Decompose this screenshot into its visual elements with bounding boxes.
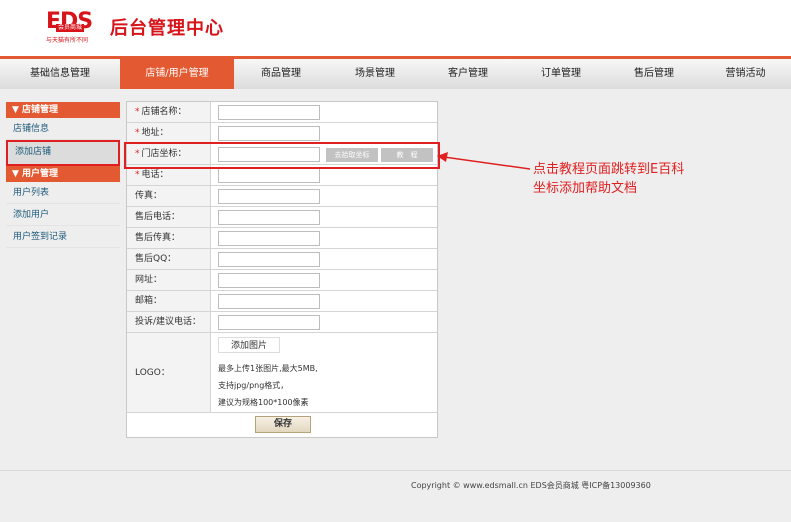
- sidebar-item-shop-info[interactable]: 店铺信息: [6, 118, 120, 140]
- nav-customers[interactable]: 客户管理: [422, 59, 514, 89]
- nav-orders[interactable]: 订单管理: [514, 59, 608, 89]
- form-row: 网址：: [127, 270, 437, 291]
- nav-aftersale[interactable]: 售后管理: [608, 59, 700, 89]
- copyright: Copyright © www.edsmall.cn EDS会员商城 粤ICP备…: [411, 481, 651, 490]
- email-label: 邮箱：: [127, 291, 211, 311]
- aftersale-fax-input[interactable]: [218, 231, 320, 246]
- save-button[interactable]: 保存: [255, 416, 311, 433]
- aftersale-qq-label: 售后QQ：: [127, 249, 211, 269]
- form-row: 售后传真：: [127, 228, 437, 249]
- logo-slogan: 与天猫有所不同: [46, 37, 89, 44]
- logo-sub: 会员商城: [56, 24, 85, 32]
- complaint-phone-label: 投诉/建议电话：: [127, 312, 211, 332]
- upload-hint: 建议为规格100*100像素: [218, 398, 309, 407]
- form-row: * 店铺名称：: [127, 102, 437, 123]
- main-nav: 基础信息管理 店铺/用户管理 商品管理 场景管理 客户管理 订单管理 售后管理 …: [0, 56, 791, 89]
- required-star: *: [135, 107, 140, 117]
- form-row: 传真：: [127, 186, 437, 207]
- complaint-phone-input[interactable]: [218, 315, 320, 330]
- logo-label: LOGO：: [127, 333, 211, 412]
- form-row: 售后电话：: [127, 207, 437, 228]
- upload-hint: 最多上传1张图片,最大5MB,: [218, 364, 318, 373]
- annotation-text: 点击教程页面跳转到E百科 坐标添加帮助文档: [533, 160, 713, 198]
- required-star: *: [135, 170, 140, 180]
- sidebar-header-user[interactable]: ▼ 用户管理: [6, 166, 120, 182]
- nav-basic-info[interactable]: 基础信息管理: [0, 59, 120, 89]
- aftersale-fax-label: 售后传真：: [127, 228, 211, 248]
- sidebar-item-user-list[interactable]: 用户列表: [6, 182, 120, 204]
- upload-hint: 支持jpg/png格式，: [218, 381, 289, 390]
- shop-name-label: 店铺名称：: [141, 107, 187, 117]
- website-label: 网址：: [127, 270, 211, 290]
- page-title: 后台管理中心: [110, 18, 224, 39]
- aftersale-qq-input[interactable]: [218, 252, 320, 267]
- form-row: * 地址：: [127, 123, 437, 144]
- annotation-line: 坐标添加帮助文档: [533, 181, 638, 196]
- fax-input[interactable]: [218, 189, 320, 204]
- add-image-button[interactable]: 添加图片: [218, 337, 280, 353]
- eds-logo[interactable]: EDS 会员商城 与天猫有所不同: [46, 11, 108, 45]
- aftersale-phone-input[interactable]: [218, 210, 320, 225]
- nav-products[interactable]: 商品管理: [234, 59, 328, 89]
- field-label: * 店铺名称：: [127, 102, 211, 122]
- sidebar-item-add-user[interactable]: 添加用户: [6, 204, 120, 226]
- field-label: * 地址：: [127, 123, 211, 143]
- sidebar-item-add-shop[interactable]: 添加店铺: [6, 140, 120, 166]
- sidebar: ▼ 店铺管理 店铺信息 添加店铺 ▼ 用户管理 用户列表 添加用户 用户签到记录: [6, 102, 120, 248]
- required-star: *: [135, 128, 140, 138]
- footer-divider: [0, 470, 791, 471]
- fax-label: 传真：: [127, 186, 211, 206]
- form-row-logo: LOGO： 添加图片 最多上传1张图片,最大5MB, 支持jpg/png格式， …: [127, 333, 437, 413]
- shop-name-input[interactable]: [218, 105, 320, 120]
- form-row-save: 保存: [127, 413, 437, 437]
- nav-marketing[interactable]: 营销活动: [700, 59, 791, 89]
- nav-scenes[interactable]: 场景管理: [328, 59, 422, 89]
- website-input[interactable]: [218, 273, 320, 288]
- email-input[interactable]: [218, 294, 320, 309]
- form-row: 售后QQ：: [127, 249, 437, 270]
- coords-highlight-box: [124, 142, 440, 169]
- nav-shop-user[interactable]: 店铺/用户管理: [120, 59, 234, 89]
- aftersale-phone-label: 售后电话：: [127, 207, 211, 227]
- sidebar-item-checkin-records[interactable]: 用户签到记录: [6, 226, 120, 248]
- form-row: 邮箱：: [127, 291, 437, 312]
- phone-input[interactable]: [218, 168, 320, 183]
- header: EDS 会员商城 与天猫有所不同 后台管理中心: [0, 0, 791, 56]
- address-label: 地址：: [141, 128, 169, 138]
- address-input[interactable]: [218, 126, 320, 141]
- form-row: 投诉/建议电话：: [127, 312, 437, 333]
- sidebar-header-shop[interactable]: ▼ 店铺管理: [6, 102, 120, 118]
- annotation-line: 点击教程页面跳转到E百科: [533, 162, 685, 177]
- phone-label: 电话：: [141, 170, 169, 180]
